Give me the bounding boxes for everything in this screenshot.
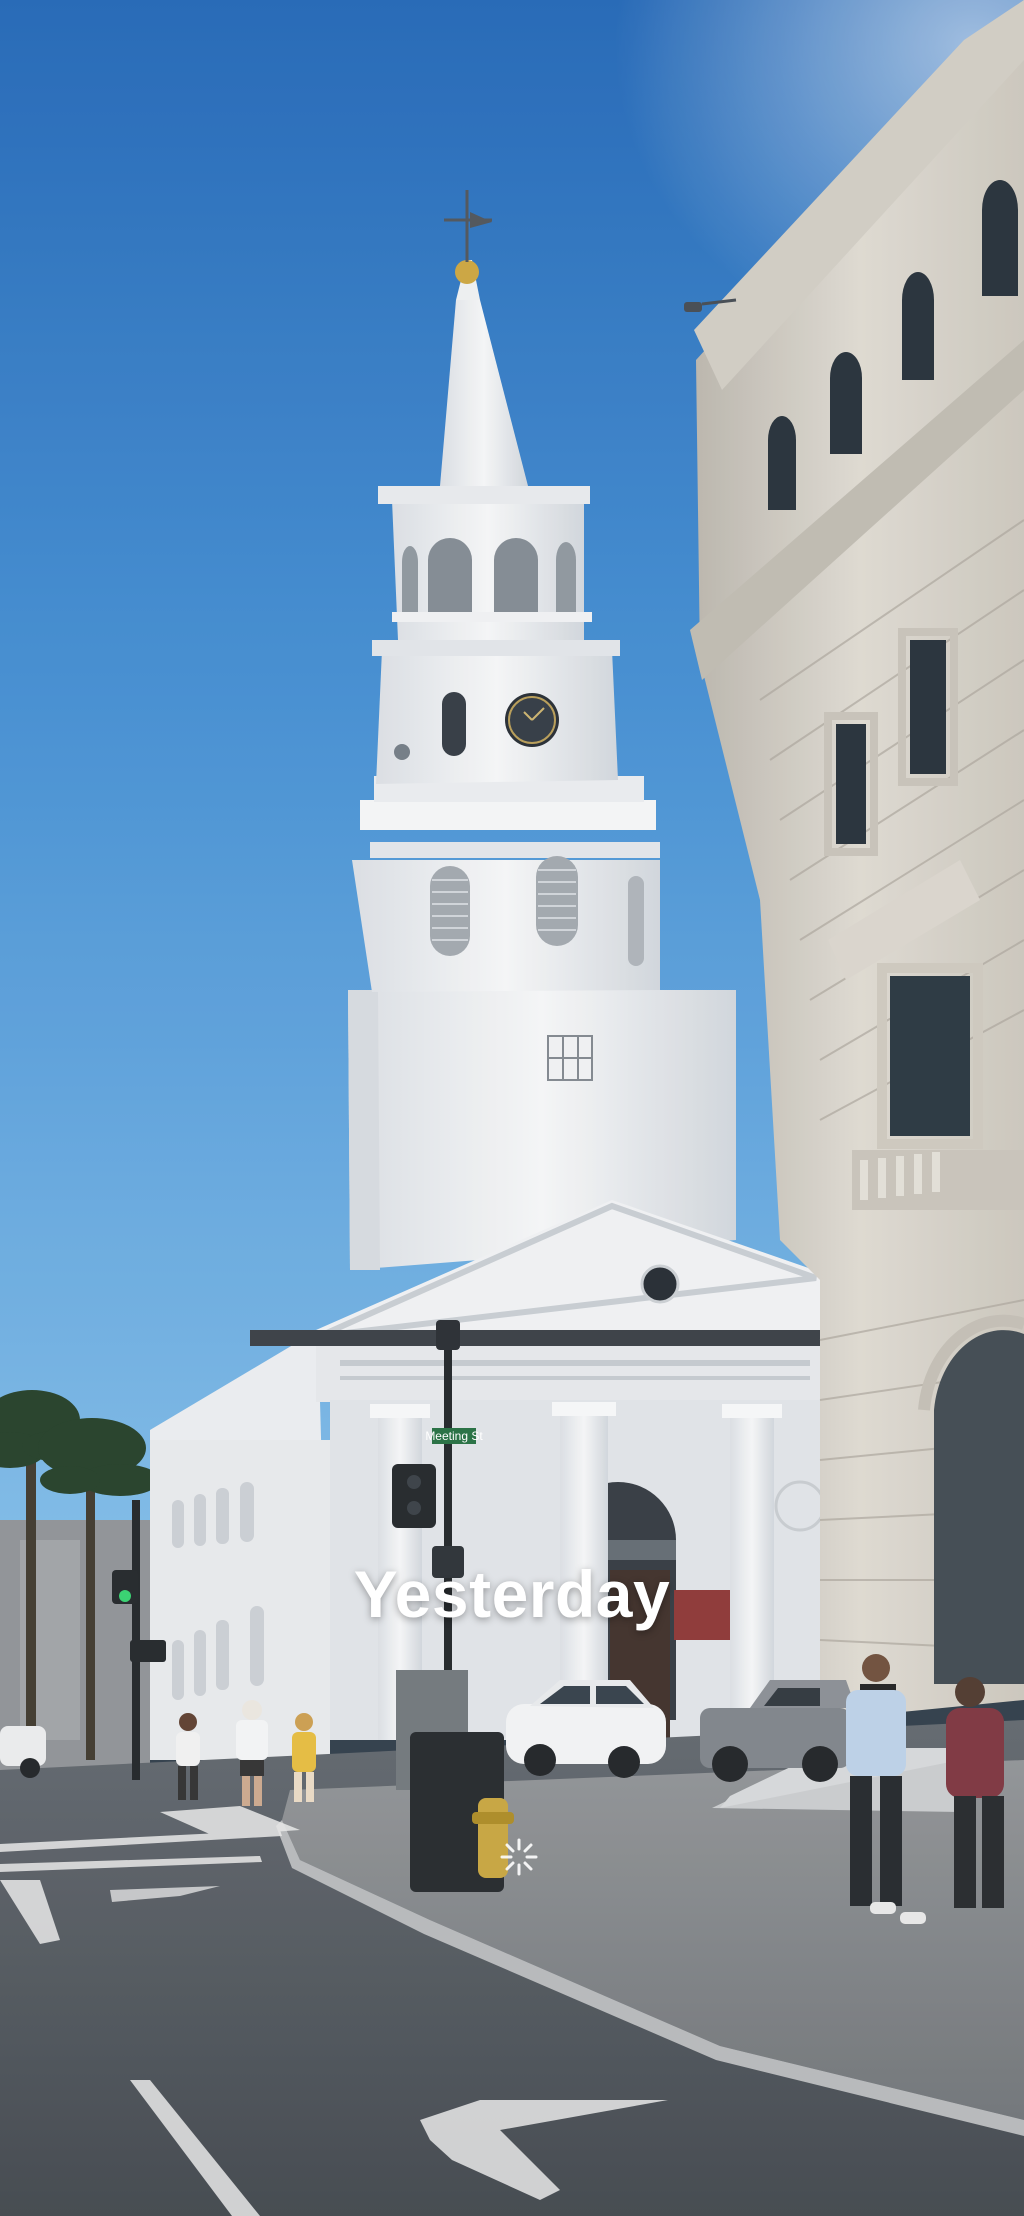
photo-memory-view[interactable]: Meeting St Yesterday [0, 0, 1024, 2216]
memory-caption: Yesterday [353, 1557, 671, 1631]
church-street-photo: Meeting St [0, 0, 1024, 2216]
sparkle-icon[interactable] [498, 1836, 540, 1878]
